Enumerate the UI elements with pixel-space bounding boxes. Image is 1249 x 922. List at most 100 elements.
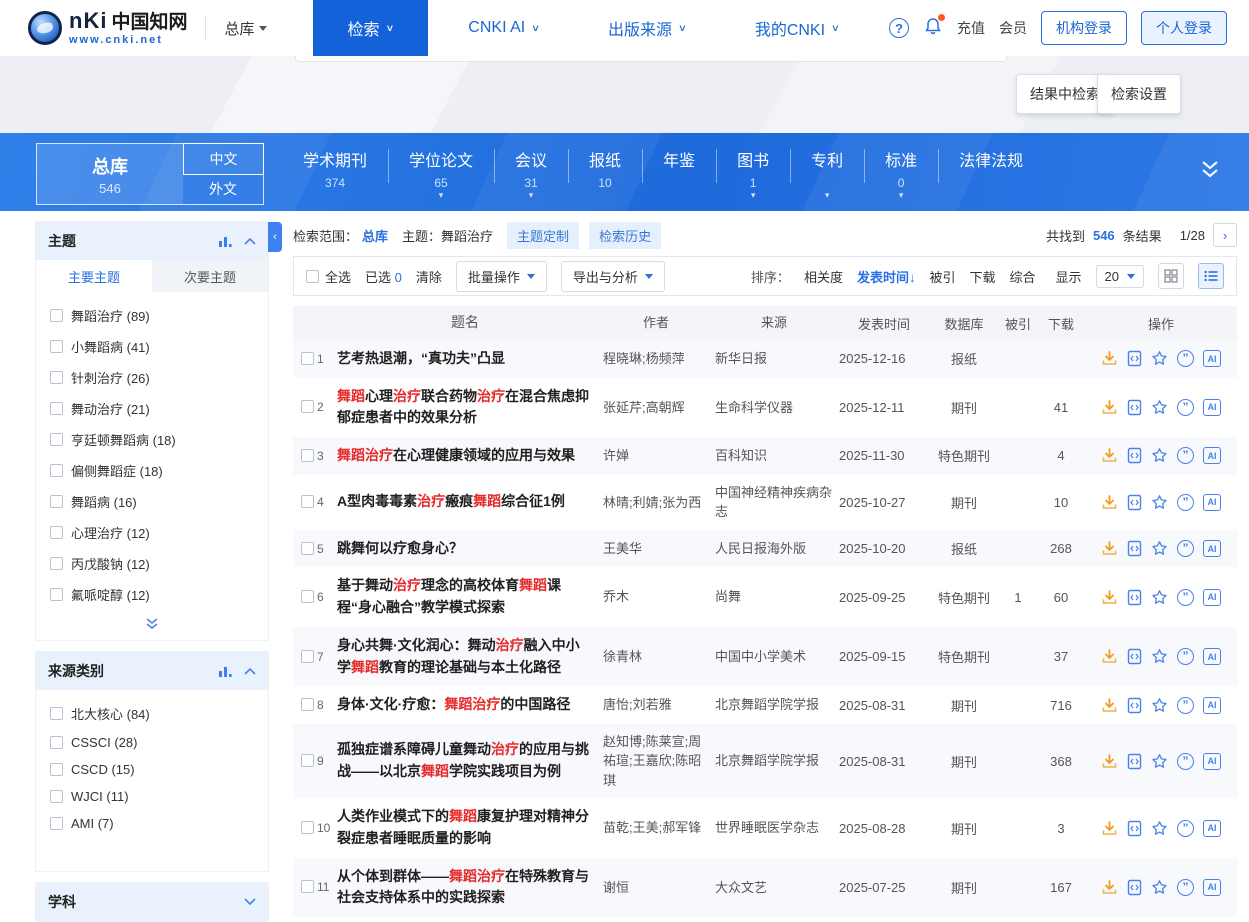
quote-icon[interactable]: ” [1177, 494, 1194, 511]
result-title[interactable]: 舞蹈心理治疗联合药物治疗在混合焦虑抑郁症患者中的效果分析 [337, 386, 603, 429]
ai-icon[interactable]: AI [1203, 820, 1221, 837]
personal-login-button[interactable]: 个人登录 [1141, 11, 1227, 45]
download-icon[interactable] [1101, 447, 1118, 464]
download-icon[interactable] [1101, 697, 1118, 714]
ai-icon[interactable]: AI [1203, 589, 1221, 606]
html-read-icon[interactable] [1127, 589, 1142, 606]
result-source[interactable]: 百科知识 [715, 446, 839, 466]
quote-icon[interactable]: ” [1177, 697, 1194, 714]
result-authors[interactable]: 张延芹;高朝辉 [603, 398, 715, 418]
row-checkbox[interactable] [301, 495, 314, 508]
col-source[interactable]: 来源 [715, 313, 839, 333]
result-source[interactable]: 人民日报海外版 [715, 539, 839, 559]
tab-secondary-topic[interactable]: 次要主题 [152, 260, 268, 292]
quote-icon[interactable]: ” [1177, 350, 1194, 367]
source-category-item[interactable]: AMI (7) [36, 810, 268, 837]
quote-icon[interactable]: ” [1177, 540, 1194, 557]
result-source[interactable]: 大众文艺 [715, 878, 839, 898]
result-source[interactable]: 中国神经精神疾病杂志 [715, 483, 839, 522]
row-checkbox[interactable] [301, 400, 314, 413]
checkbox[interactable] [50, 588, 63, 601]
row-checkbox[interactable] [301, 650, 314, 663]
result-authors[interactable]: 徐青林 [603, 647, 715, 667]
html-read-icon[interactable] [1127, 753, 1142, 770]
sort-cited[interactable]: 被引 [929, 267, 955, 286]
chinese-tab[interactable]: 中文 [183, 143, 264, 175]
result-authors[interactable]: 程晓琳;杨频萍 [603, 349, 715, 369]
col-title[interactable]: 题名 [337, 312, 603, 334]
checkbox[interactable] [50, 433, 63, 446]
download-icon[interactable] [1101, 589, 1118, 606]
result-title[interactable]: 人类作业模式下的舞蹈康复护理对精神分裂症患者睡眠质量的影响 [337, 806, 603, 849]
ai-icon[interactable]: AI [1203, 879, 1221, 896]
nav-my-cnki[interactable]: 我的CNKI∨ [721, 0, 874, 56]
favorite-icon[interactable] [1151, 879, 1168, 896]
chevron-down-icon[interactable] [244, 898, 256, 906]
col-downloads[interactable]: 下载 [1037, 314, 1085, 333]
ai-icon[interactable]: AI [1203, 350, 1221, 367]
quote-icon[interactable]: ” [1177, 447, 1194, 464]
quote-icon[interactable]: ” [1177, 879, 1194, 896]
html-read-icon[interactable] [1127, 697, 1142, 714]
favorite-icon[interactable] [1151, 447, 1168, 464]
list-view-icon[interactable] [1198, 263, 1224, 289]
topic-item[interactable]: 氟哌啶醇 (12) [36, 579, 268, 610]
quote-icon[interactable]: ” [1177, 399, 1194, 416]
ai-icon[interactable]: AI [1203, 753, 1221, 770]
row-checkbox[interactable] [301, 880, 314, 893]
favorite-icon[interactable] [1151, 540, 1168, 557]
download-icon[interactable] [1101, 399, 1118, 416]
col-database[interactable]: 数据库 [929, 314, 999, 333]
row-checkbox[interactable] [301, 698, 314, 711]
export-analyze-dropdown[interactable]: 导出与分析 [561, 261, 665, 292]
sort-publish-time[interactable]: 发表时间↓ [857, 267, 916, 286]
result-source[interactable]: 生命科学仪器 [715, 398, 839, 418]
result-title[interactable]: 孤独症谱系障碍儿童舞动治疗的应用与挑战——以北京舞蹈学院实践项目为例 [337, 739, 603, 782]
source-category-item[interactable]: CSCD (15) [36, 756, 268, 783]
search-history-button[interactable]: 检索历史 [589, 222, 661, 249]
result-authors[interactable]: 许婵 [603, 446, 715, 466]
quote-icon[interactable]: ” [1177, 648, 1194, 665]
db-nav-专利[interactable]: 专利▾ [790, 141, 864, 198]
download-icon[interactable] [1101, 494, 1118, 511]
bar-chart-icon[interactable] [218, 664, 234, 678]
result-source[interactable]: 北京舞蹈学院学报 [715, 695, 839, 715]
source-category-item[interactable]: CSSCI (28) [36, 729, 268, 756]
result-title[interactable]: 艺考热退潮，“真功夫”凸显 [337, 348, 603, 370]
chevron-up-icon[interactable] [244, 667, 256, 675]
chevron-up-icon[interactable] [244, 237, 256, 245]
select-all-checkbox[interactable] [306, 270, 319, 283]
result-authors[interactable]: 林晴;利婧;张为西 [603, 493, 715, 513]
ai-icon[interactable]: AI [1203, 648, 1221, 665]
result-source[interactable]: 尚舞 [715, 587, 839, 607]
foreign-tab[interactable]: 外文 [183, 175, 263, 205]
html-read-icon[interactable] [1127, 820, 1142, 837]
notification-bell-icon[interactable] [923, 16, 943, 41]
cnki-logo[interactable]: nKi 中国知网 www.cnki.net [28, 10, 187, 46]
clear-selection-button[interactable]: 清除 [416, 267, 442, 286]
download-icon[interactable] [1101, 540, 1118, 557]
result-authors[interactable]: 唐怡;刘若雅 [603, 695, 715, 715]
ai-icon[interactable]: AI [1203, 399, 1221, 416]
download-icon[interactable] [1101, 648, 1118, 665]
favorite-icon[interactable] [1151, 648, 1168, 665]
download-icon[interactable] [1101, 753, 1118, 770]
favorite-icon[interactable] [1151, 820, 1168, 837]
checkbox[interactable] [50, 790, 63, 803]
zongku-tab[interactable]: 总库 546 [37, 144, 183, 204]
db-nav-报纸[interactable]: 报纸10 [568, 141, 642, 198]
result-source[interactable]: 北京舞蹈学院学报 [715, 751, 839, 771]
checkbox[interactable] [50, 309, 63, 322]
source-category-item[interactable]: WJCI (11) [36, 783, 268, 810]
expand-more-databases-icon[interactable] [1197, 159, 1223, 186]
result-authors[interactable]: 王美华 [603, 539, 715, 559]
favorite-icon[interactable] [1151, 399, 1168, 416]
result-authors[interactable]: 赵知博;陈莱宣;周祐瑄;王嘉欣;陈昭琪 [603, 732, 715, 791]
checkbox[interactable] [50, 371, 63, 384]
result-authors[interactable]: 谢恒 [603, 878, 715, 898]
checkbox[interactable] [50, 763, 63, 776]
recharge-link[interactable]: 充值 [957, 18, 985, 38]
col-authors[interactable]: 作者 [603, 313, 715, 333]
download-icon[interactable] [1101, 879, 1118, 896]
checkbox[interactable] [50, 402, 63, 415]
